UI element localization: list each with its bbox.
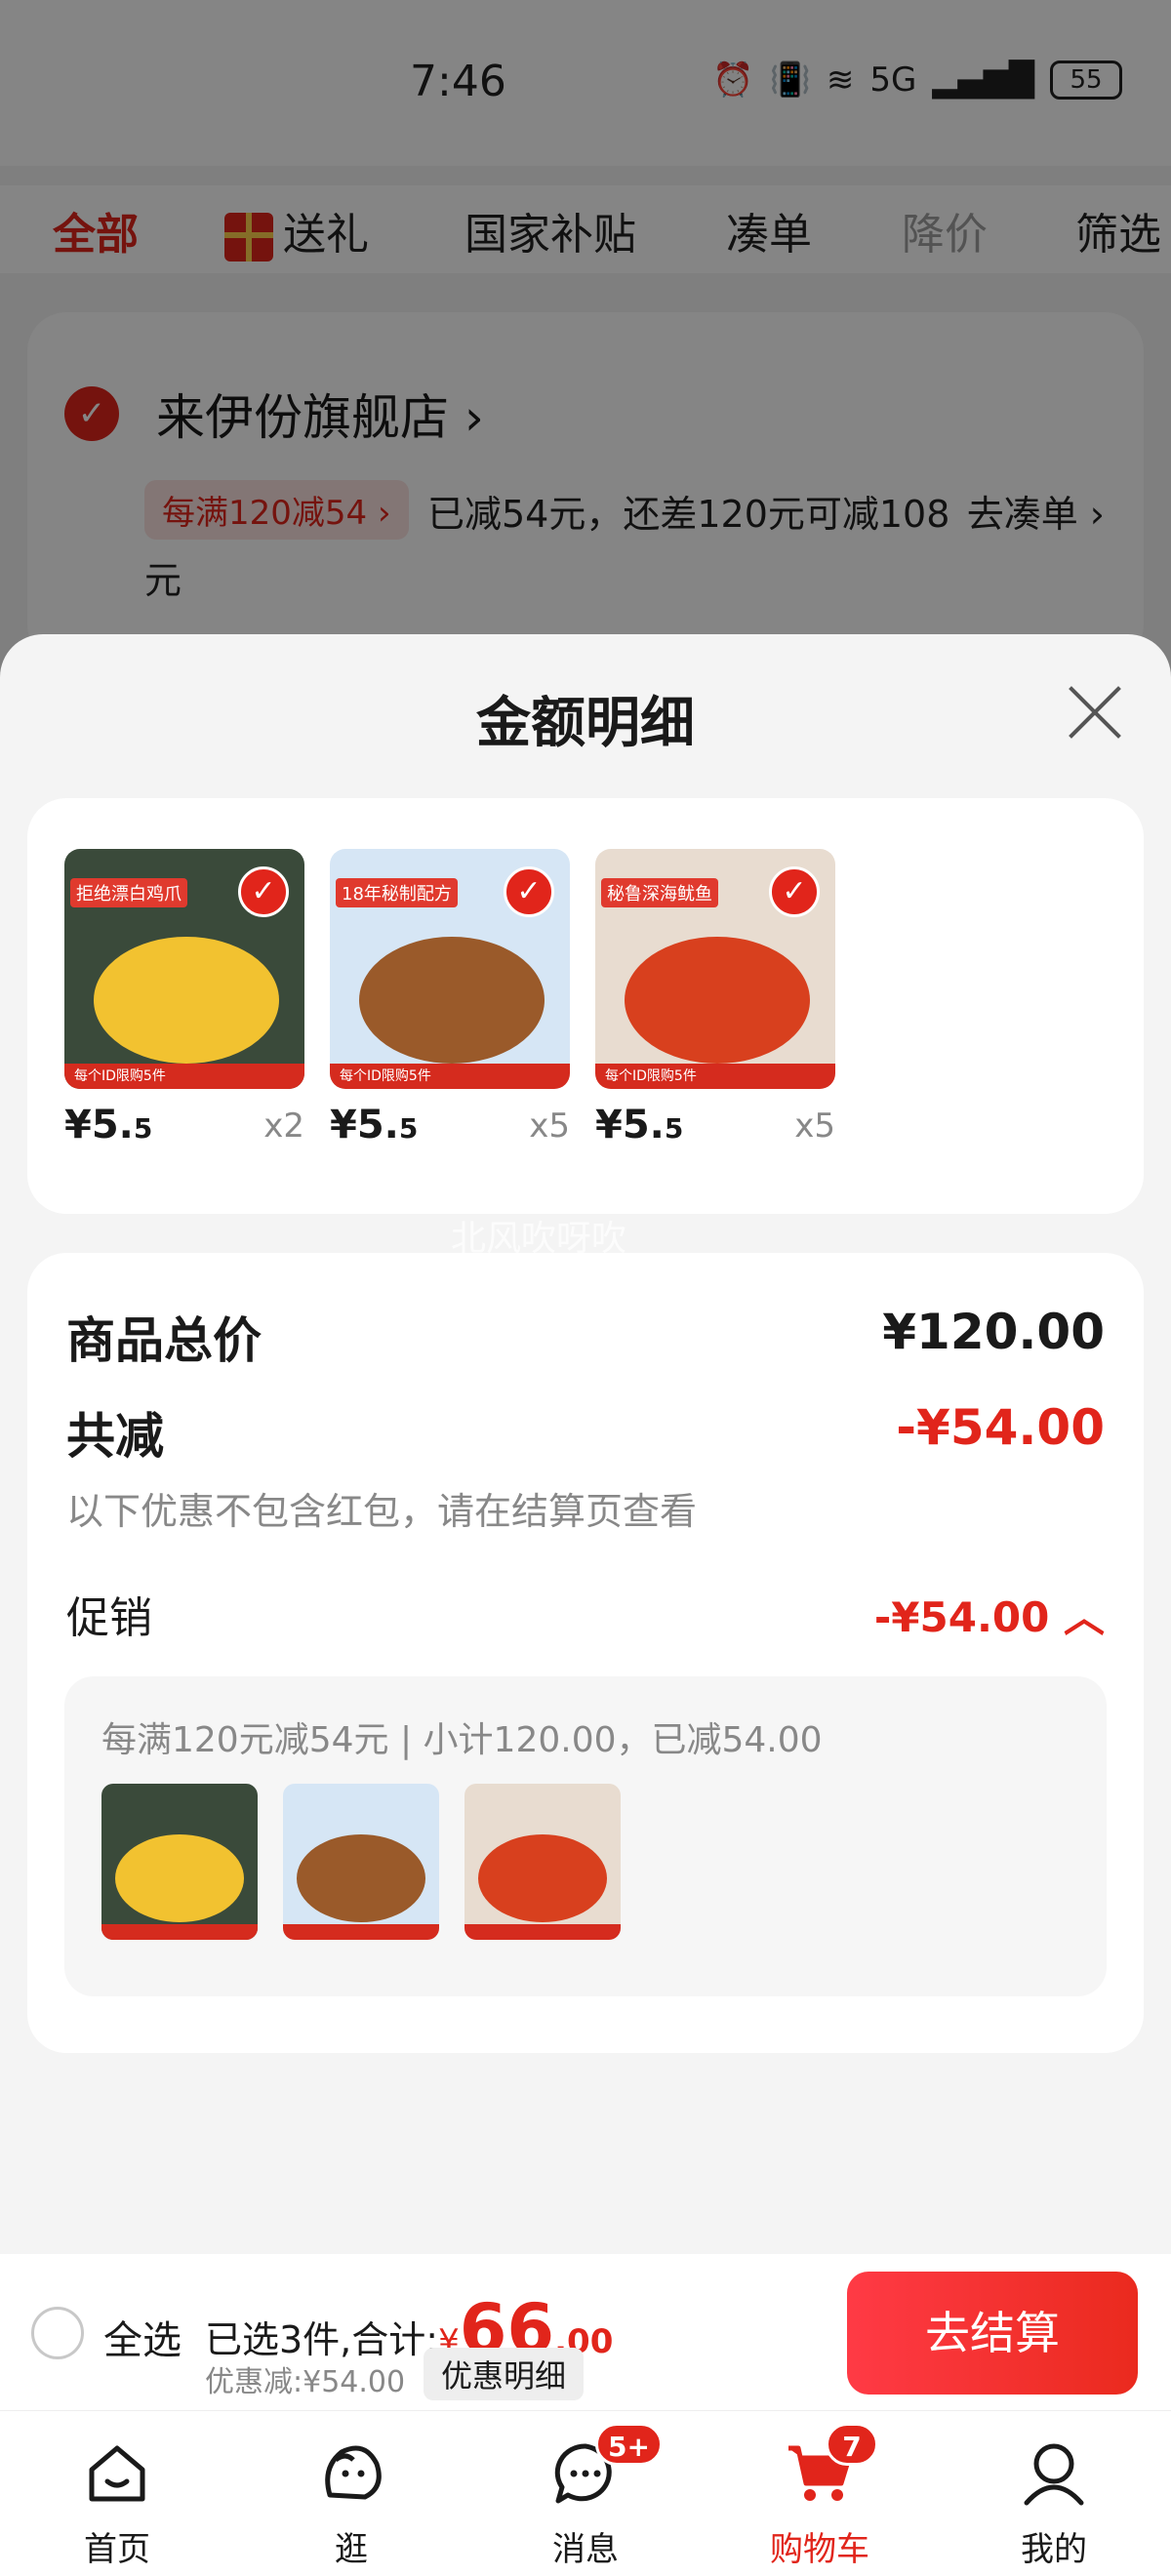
nav-label: 我的 (1021, 2530, 1087, 2569)
product-price: ¥5.5 (64, 1103, 152, 1147)
selected-check-icon[interactable]: ✓ (238, 866, 289, 917)
product-title: 18年秘制配方 (336, 878, 458, 907)
product-image (115, 1834, 244, 1922)
product-price: ¥5.5 (330, 1103, 418, 1147)
selected-check-icon[interactable]: ✓ (769, 866, 820, 917)
select-all-label[interactable]: 全选 (103, 2309, 182, 2365)
product-thumbnail[interactable]: 秘鲁深海鱿鱼 ✓ 每个ID限购5件 (595, 849, 835, 1089)
cart-badge: 7 (826, 2423, 878, 2466)
reduce-note: 以下优惠不包含红包，请在结算页查看 (66, 1490, 698, 1533)
price-decimal: 5 (133, 1112, 153, 1145)
close-icon[interactable] (1064, 681, 1126, 744)
nav-label: 逛 (335, 2530, 368, 2569)
product-image (478, 1834, 607, 1922)
product-thumbnail[interactable]: 18年秘制配方 ✓ 每个ID限购5件 (330, 849, 570, 1089)
product-quantity: x5 (794, 1107, 835, 1146)
sheet-title: 金额明细 (476, 692, 695, 755)
amount-detail-sheet: 金额明细 拒绝漂白鸡爪 ✓ 每个ID限购5件 ¥5.5 x2 18年秘制配方 ✓… (0, 634, 1171, 2254)
reduce-label: 共减 (66, 1408, 164, 1465)
promo-detail-text: 每满120元减54元 | 小计120.00，已减54.00 (101, 1720, 823, 1760)
product-image (625, 937, 810, 1064)
selected-count: 已选3件,合计: (205, 2318, 439, 2361)
price-main: ¥5. (595, 1103, 665, 1147)
price-main: ¥5. (64, 1103, 134, 1147)
bottom-nav: 首页 逛 5+ 消息 7 购物车 我的 (0, 2410, 1171, 2576)
reduce-value: -¥54.00 (896, 1399, 1105, 1456)
nav-item-cart[interactable]: 7 购物车 (703, 2411, 937, 2576)
product-quantity: x5 (529, 1107, 570, 1146)
summary-card: 商品总价 ¥120.00 共减 -¥54.00 以下优惠不包含红包，请在结算页查… (27, 1253, 1144, 2053)
product-item[interactable]: 拒绝漂白鸡爪 ✓ 每个ID限购5件 ¥5.5 x2 (64, 849, 304, 1161)
product-limit-banner: 每个ID限购5件 (330, 1064, 570, 1089)
checkout-button[interactable]: 去结算 (847, 2272, 1138, 2395)
price-decimal: 5 (398, 1112, 419, 1145)
product-limit-banner (283, 1924, 439, 1940)
nav-item-browse[interactable]: 逛 (234, 2411, 468, 2576)
total-label: 商品总价 (66, 1312, 262, 1369)
product-title: 拒绝漂白鸡爪 (70, 878, 187, 907)
promo-label: 促销 (66, 1593, 152, 1643)
discount-detail-button[interactable]: 优惠明细 (424, 2348, 585, 2400)
product-title: 秘鲁深海鱿鱼 (601, 878, 718, 907)
product-quantity: x2 (263, 1107, 304, 1146)
promo-product-thumbnail[interactable] (101, 1784, 258, 1940)
nav-label: 购物车 (770, 2530, 869, 2569)
product-image (359, 937, 545, 1064)
nav-item-home[interactable]: 首页 (0, 2411, 234, 2576)
nav-label: 首页 (84, 2530, 150, 2569)
product-item[interactable]: 秘鲁深海鱿鱼 ✓ 每个ID限购5件 ¥5.5 x5 (595, 849, 835, 1161)
selected-check-icon[interactable]: ✓ (504, 866, 554, 917)
promo-detail-box: 每满120元减54元 | 小计120.00，已减54.00 (64, 1676, 1107, 1996)
product-limit-banner (101, 1924, 258, 1940)
nav-item-profile[interactable]: 我的 (937, 2411, 1171, 2576)
nav-label: 消息 (552, 2530, 619, 2569)
discount-amount: 优惠减:¥54.00 (205, 2365, 406, 2399)
promo-product-thumbnail[interactable] (283, 1784, 439, 1940)
total-value: ¥120.00 (882, 1304, 1105, 1360)
products-card: 拒绝漂白鸡爪 ✓ 每个ID限购5件 ¥5.5 x2 18年秘制配方 ✓ 每个ID… (27, 798, 1144, 1214)
product-item[interactable]: 18年秘制配方 ✓ 每个ID限购5件 ¥5.5 x5 (330, 849, 570, 1161)
product-limit-banner: 每个ID限购5件 (595, 1064, 835, 1089)
promo-value-toggle[interactable]: -¥54.00 ︿ (874, 1585, 1105, 1644)
price-decimal: 5 (664, 1112, 684, 1145)
home-icon (89, 2445, 145, 2502)
profile-icon (1024, 2443, 1084, 2506)
checkout-bar: 全选 已选3件,合计:¥66.00 优惠减:¥54.00 优惠明细 去结算 (0, 2254, 1171, 2410)
product-limit-banner (464, 1924, 621, 1940)
product-price: ¥5.5 (595, 1103, 683, 1147)
nav-item-messages[interactable]: 5+ 消息 (468, 2411, 703, 2576)
product-image (297, 1834, 425, 1922)
message-badge: 5+ (595, 2423, 663, 2466)
product-thumbnail[interactable]: 拒绝漂白鸡爪 ✓ 每个ID限购5件 (64, 849, 304, 1089)
select-all-checkbox[interactable] (31, 2307, 84, 2359)
price-main: ¥5. (330, 1103, 399, 1147)
browse-icon (325, 2445, 382, 2500)
product-image (94, 937, 279, 1064)
promo-product-thumbnail[interactable] (464, 1784, 621, 1940)
product-limit-banner: 每个ID限购5件 (64, 1064, 304, 1089)
